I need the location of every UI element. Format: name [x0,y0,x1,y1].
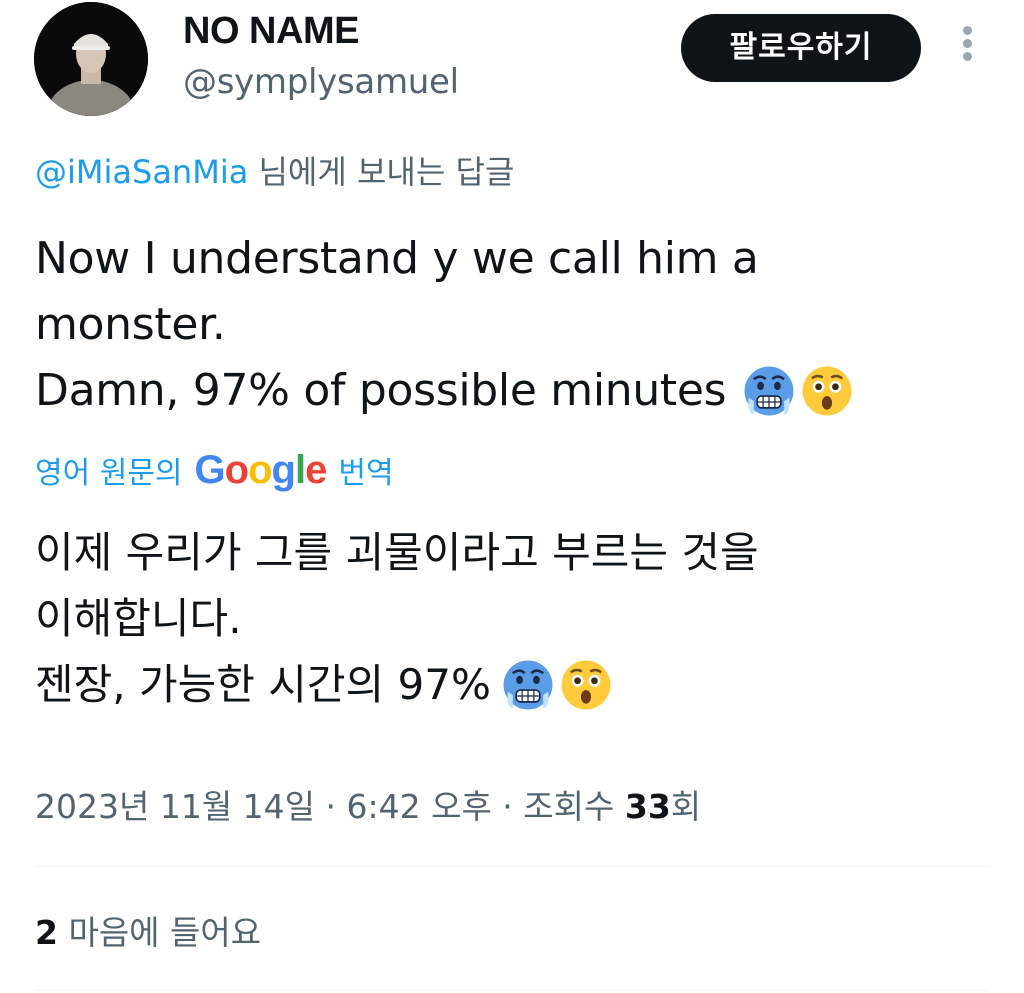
translated-text: 이제 우리가 그를 괴물이라고 부르는 것을 이해합니다. 젠장, 가능한 시간… [35,520,935,718]
translated-line: 이제 우리가 그를 괴물이라고 부르는 것을 [35,528,759,577]
translated-line: 이해합니다. [35,594,242,643]
tweet-metadata: 2023년 11월 14일 · 6:42 오후 · 조회수 33회 [35,782,701,832]
vertical-ellipsis-icon[interactable] [952,26,982,70]
timestamp[interactable]: 2023년 11월 14일 · 6:42 오후 · 조회수 [35,787,625,826]
dot [962,52,972,61]
avatar-image [34,2,148,116]
avatar[interactable] [34,2,148,116]
reply-context: @iMiaSanMia 님에게 보내는 답글 [35,150,514,194]
dot [962,26,972,35]
likes-link[interactable]: 2 마음에 들어요 [35,908,261,958]
astonished-face-emoji [802,366,852,416]
tweet-line-with-emoji: Damn, 97% of possible minutes [35,358,935,424]
translate-prefix: 영어 원문의 [35,456,183,491]
reply-handle-link[interactable]: @iMiaSanMia [35,153,248,191]
views-suffix: 회 [670,787,702,826]
tweet-line: Now I understand y we call him a [35,233,759,284]
reply-suffix: 님에게 보내는 답글 [248,153,515,191]
cold-face-emoji [503,660,553,710]
author-handle[interactable]: @symplysamuel [183,60,459,104]
divider [35,866,990,867]
translate-link[interactable]: 영어 원문의 Google 번역 [35,445,394,495]
dot [962,39,972,48]
views-count: 33 [624,787,671,826]
astonished-face-emoji [561,660,611,710]
tweet-line: monster. [35,299,226,350]
likes-count: 2 [35,913,58,952]
divider [35,990,990,991]
follow-button[interactable]: 팔로우하기 [681,14,921,82]
cold-face-emoji [744,366,794,416]
translate-suffix: 번역 [338,456,394,491]
likes-label: 마음에 들어요 [57,913,262,952]
translated-line: 젠장, 가능한 시간의 97% [35,660,491,709]
author-display-name[interactable]: NO NAME [183,8,359,54]
tweet-line: Damn, 97% of possible minutes [35,365,727,416]
tweet-text: Now I understand y we call him a monster… [35,226,935,424]
translated-line-with-emoji: 젠장, 가능한 시간의 97% [35,652,935,718]
google-logo: Google [194,447,328,492]
